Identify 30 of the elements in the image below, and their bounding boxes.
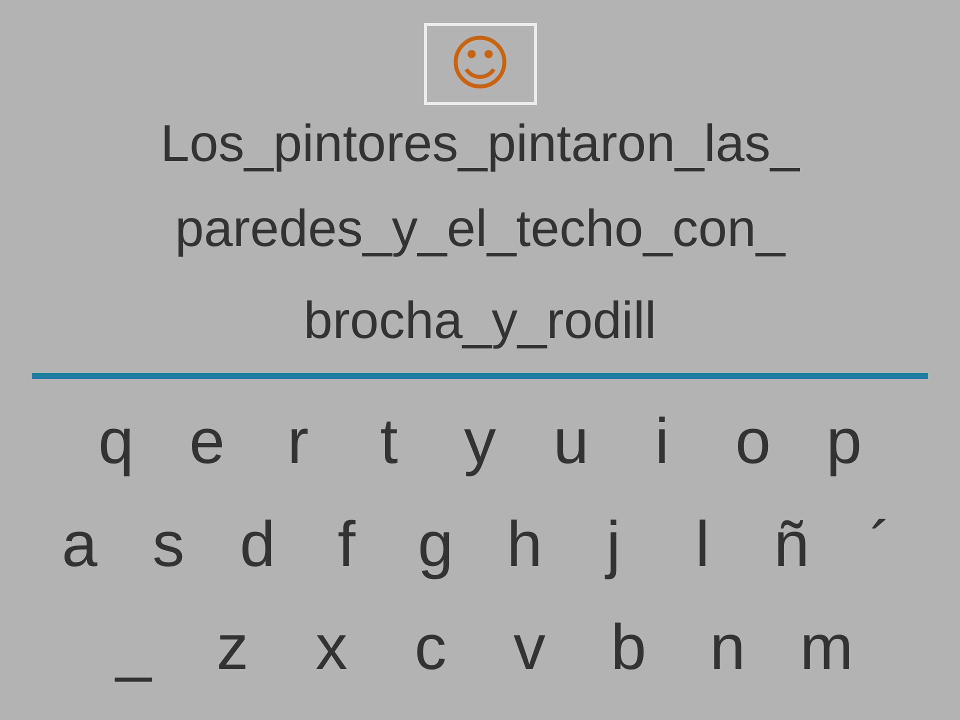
letter-key[interactable]: h bbox=[480, 504, 569, 584]
letter-key[interactable]: a bbox=[35, 504, 124, 584]
letter-key[interactable]: o bbox=[708, 401, 798, 481]
letter-key[interactable]: v bbox=[480, 607, 579, 687]
letter-key[interactable]: u bbox=[526, 401, 616, 481]
letter-key[interactable]: ´ bbox=[836, 504, 925, 584]
letter-key[interactable]: i bbox=[616, 401, 708, 481]
letter-key[interactable]: n bbox=[678, 607, 777, 687]
letter-key[interactable]: g bbox=[391, 504, 480, 584]
letter-key[interactable]: r bbox=[252, 401, 344, 481]
letter-key[interactable]: b bbox=[579, 607, 678, 687]
letter-key[interactable]: s bbox=[124, 504, 213, 584]
letter-key[interactable]: f bbox=[302, 504, 391, 584]
letter-key[interactable]: l bbox=[658, 504, 747, 584]
letter-key[interactable]: d bbox=[213, 504, 302, 584]
letter-key[interactable]: _ bbox=[84, 607, 183, 687]
letter-key[interactable]: t bbox=[344, 401, 434, 481]
sentence-line: paredes_y_el_techo_con_ bbox=[174, 199, 786, 260]
letter-key[interactable]: c bbox=[381, 607, 480, 687]
letter-key[interactable]: j bbox=[569, 504, 658, 584]
sentence-line: Los_pintores_pintaron_las_ bbox=[160, 114, 800, 175]
letter-key[interactable]: p bbox=[798, 401, 890, 481]
letter-key[interactable]: m bbox=[777, 607, 876, 687]
sentence-line: brocha_y_rodill bbox=[304, 291, 656, 352]
letter-key[interactable]: e bbox=[162, 401, 252, 481]
letter-key[interactable]: q bbox=[70, 401, 162, 481]
letter-key[interactable]: ñ bbox=[747, 504, 836, 584]
letter-key[interactable]: x bbox=[282, 607, 381, 687]
letter-key[interactable]: z bbox=[183, 607, 282, 687]
letter-key[interactable]: y bbox=[434, 401, 526, 481]
